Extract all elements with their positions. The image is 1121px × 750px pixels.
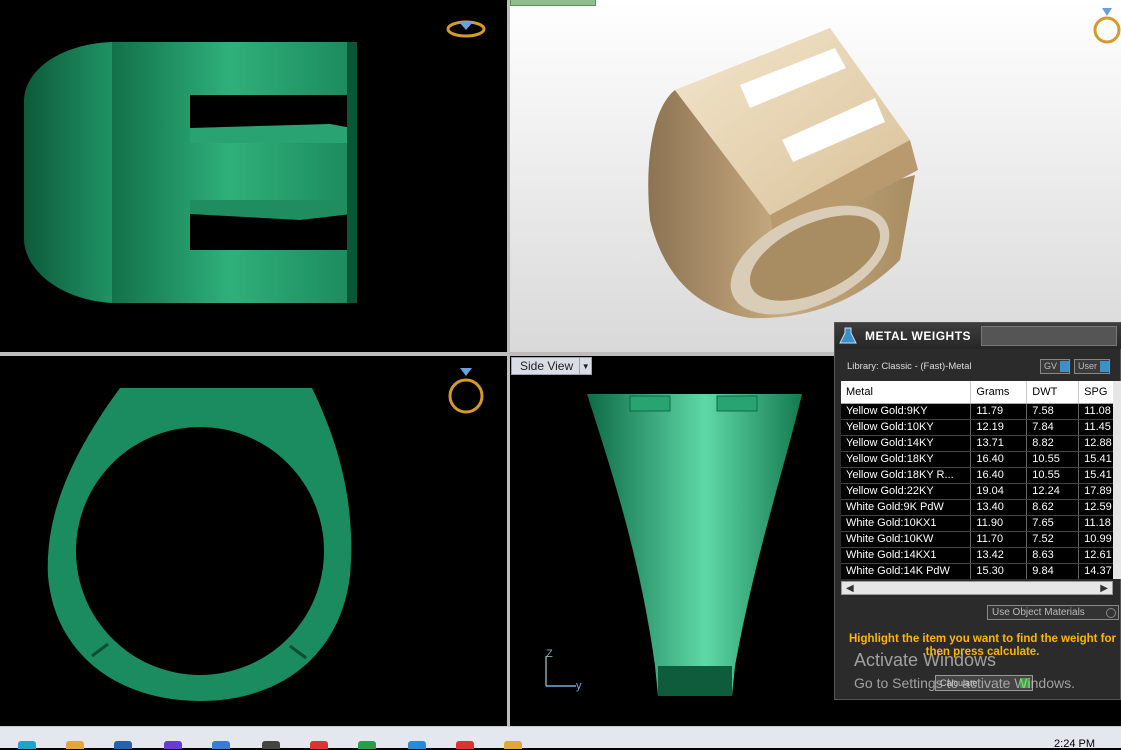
panel-title: METAL WEIGHTS <box>865 329 972 343</box>
table-row[interactable]: White Gold:14KX1 13.42 8.63 12.61 <box>841 547 1121 564</box>
calculate-button[interactable]: Calculate <box>935 675 1033 691</box>
side-view-selector[interactable]: Side View ▼ <box>511 357 593 375</box>
taskbar: 2:24 PM <box>0 726 1121 750</box>
axis-gizmo: Z y <box>540 648 582 692</box>
calculate-label: Calculate <box>940 678 978 688</box>
library-label: Library: Classic - (Fast)-Metal <box>847 360 972 372</box>
table-cell: 11.79 <box>970 403 1028 420</box>
panel-drag-handle[interactable] <box>981 326 1117 346</box>
table-cell: Yellow Gold:22KY <box>841 483 972 500</box>
table-cell: White Gold:14K PdW <box>841 563 972 579</box>
ring-top-render <box>47 388 352 701</box>
table-row[interactable]: White Gold:9K PdW 13.40 8.62 12.59 <box>841 499 1121 516</box>
table-cell: White Gold:10KW <box>841 531 972 548</box>
taskbar-clock: 2:24 PM <box>1054 738 1095 750</box>
ring-view-icon[interactable] <box>1092 4 1121 49</box>
table-cell: 12.24 <box>1026 483 1080 500</box>
scroll-right-icon[interactable]: ▶ <box>1100 583 1108 594</box>
table-cell: Yellow Gold:10KY <box>841 419 972 436</box>
user-label: User <box>1078 361 1098 371</box>
table-cell: White Gold:10KX1 <box>841 515 972 532</box>
table-cell: White Gold:9K PdW <box>841 499 972 516</box>
ring-front-render <box>24 42 357 303</box>
table-cell: 7.65 <box>1026 515 1080 532</box>
bottom-viewport[interactable] <box>0 356 507 726</box>
table-cell: 13.40 <box>970 499 1028 516</box>
table-cell: 15.30 <box>970 563 1028 579</box>
ring-view-icon[interactable] <box>446 364 486 421</box>
axis-y-label: y <box>576 680 582 692</box>
table-cell: Yellow Gold:14KY <box>841 435 972 452</box>
flask-icon <box>835 323 861 349</box>
table-cell: 10.55 <box>1026 467 1080 484</box>
table-row[interactable]: Yellow Gold:10KY 12.19 7.84 11.45 <box>841 419 1121 436</box>
table-cell: 7.84 <box>1026 419 1080 436</box>
table-cell: 16.40 <box>970 451 1028 468</box>
table-cell: Yellow Gold:18KY <box>841 451 972 468</box>
use-object-materials-label: Use Object Materials <box>992 607 1085 618</box>
table-cell: 11.90 <box>970 515 1028 532</box>
table-header-row: Metal Grams DWT SPG <box>841 381 1121 404</box>
gv-toggle[interactable]: GV <box>1040 358 1071 374</box>
side-view-label: Side View <box>520 359 574 373</box>
table-cell: 13.42 <box>970 547 1028 564</box>
table-cell: Yellow Gold:18KY R... <box>841 467 972 484</box>
table-cell: 7.52 <box>1026 531 1080 548</box>
panel-header[interactable]: METAL WEIGHTS <box>835 323 1121 349</box>
radio-icon[interactable] <box>1106 608 1116 618</box>
perspective-viewport[interactable] <box>510 0 1121 352</box>
use-object-materials-option[interactable]: Use Object Materials <box>987 605 1119 620</box>
table-cell: 8.62 <box>1026 499 1080 516</box>
column-header[interactable]: DWT <box>1026 381 1080 404</box>
table-row[interactable]: White Gold:10KW 11.70 7.52 10.99 <box>841 531 1121 548</box>
viewport-divider-vertical[interactable] <box>507 0 510 726</box>
table-row[interactable]: Yellow Gold:22KY 19.04 12.24 17.89 <box>841 483 1121 500</box>
top-viewport[interactable] <box>0 0 507 352</box>
column-header[interactable]: Grams <box>970 381 1028 404</box>
play-icon <box>1020 678 1030 688</box>
table-row[interactable]: Yellow Gold:18KY 16.40 10.55 15.41 <box>841 451 1121 468</box>
gv-label: GV <box>1044 361 1058 371</box>
table-cell: 13.71 <box>970 435 1028 452</box>
table-cell: 8.63 <box>1026 547 1080 564</box>
table-row[interactable]: White Gold:10KX1 11.90 7.65 11.18 <box>841 515 1121 532</box>
ring-view-icon[interactable] <box>446 18 486 45</box>
table-row[interactable]: Yellow Gold:9KY 11.79 7.58 11.08 <box>841 403 1121 420</box>
table-cell: 11.70 <box>970 531 1028 548</box>
vertical-scrollbar[interactable] <box>1113 381 1121 579</box>
horizontal-scrollbar[interactable]: ◀ ▶ <box>841 581 1113 595</box>
user-toggle[interactable]: User <box>1074 358 1111 374</box>
table-cell: 10.55 <box>1026 451 1080 468</box>
table-cell: 8.82 <box>1026 435 1080 452</box>
ring-perspective-render <box>648 28 918 319</box>
table-row[interactable]: Yellow Gold:18KY R... 16.40 10.55 15.41 <box>841 467 1121 484</box>
metal-table: Metal Grams DWT SPG Yellow Gold:9KY 11.79… <box>841 381 1121 579</box>
table-cell: 7.58 <box>1026 403 1080 420</box>
table-cell: 16.40 <box>970 467 1028 484</box>
axis-z-label: Z <box>546 648 553 660</box>
column-header[interactable]: Metal <box>841 381 972 404</box>
metal-weights-panel: METAL WEIGHTS Library: Classic - (Fast)-… <box>834 322 1121 700</box>
table-row[interactable]: White Gold:14K PdW 15.30 9.84 14.37 <box>841 563 1121 579</box>
table-row[interactable]: Yellow Gold:14KY 13.71 8.82 12.88 <box>841 435 1121 452</box>
toggle-indicator <box>1100 360 1110 372</box>
chevron-down-icon[interactable]: ▼ <box>579 358 591 374</box>
scroll-left-icon[interactable]: ◀ <box>846 583 854 594</box>
table-cell: 9.84 <box>1026 563 1080 579</box>
instruction-text: Highlight the item you want to find the … <box>848 633 1117 658</box>
table-cell: White Gold:14KX1 <box>841 547 972 564</box>
perspective-tab[interactable] <box>510 0 596 6</box>
toggle-indicator <box>1060 360 1070 372</box>
library-row: Library: Classic - (Fast)-Metal GV User <box>835 355 1121 377</box>
table-cell: Yellow Gold:9KY <box>841 403 972 420</box>
table-cell: 12.19 <box>970 419 1028 436</box>
table-cell: 19.04 <box>970 483 1028 500</box>
